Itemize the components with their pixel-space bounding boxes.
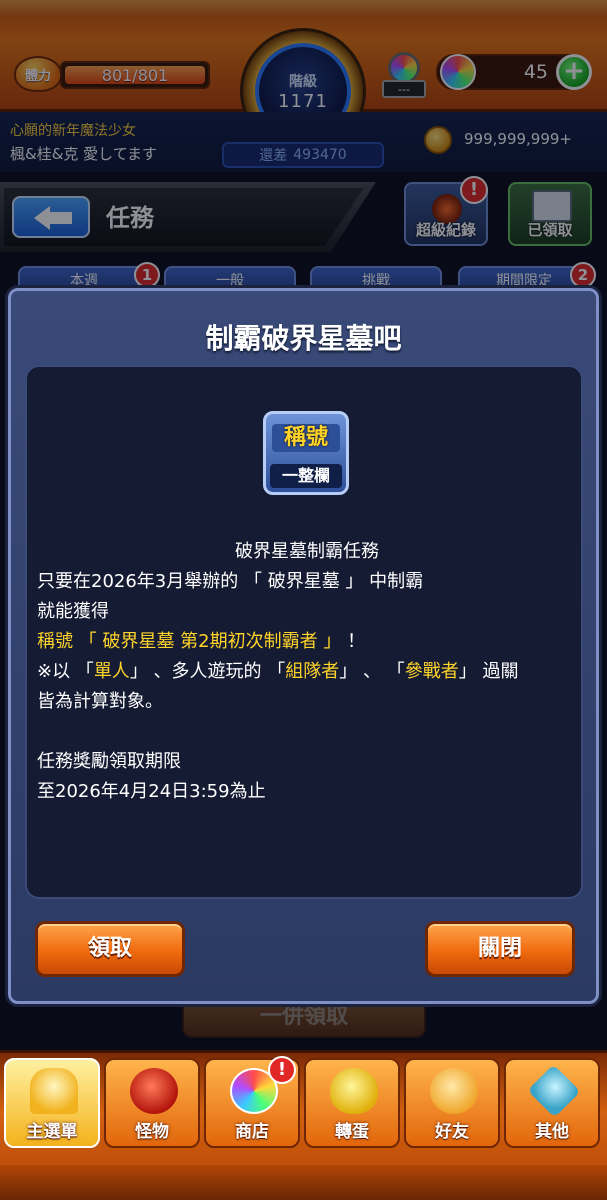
reward-icon-bottom: 一整欄 — [270, 464, 342, 488]
gacha-egg-icon — [330, 1068, 378, 1114]
desc-text: 」 、多人遊玩的 「 — [129, 661, 286, 682]
nav-shop[interactable]: 商店 ! — [204, 1056, 300, 1148]
desc-line: 任務獎勵領取期限 — [37, 751, 181, 772]
nav-gacha[interactable]: 轉蛋 — [304, 1058, 400, 1148]
desc-text: ！ — [341, 631, 366, 652]
shop-notify-badge: ! — [268, 1056, 296, 1084]
nav-label: 其他 — [535, 1122, 569, 1142]
home-icon — [30, 1068, 78, 1114]
nav-label: 轉蛋 — [335, 1122, 369, 1142]
nav-label: 主選單 — [26, 1122, 78, 1142]
mission-detail-dialog: 制霸破界星墓吧 稱號 一整欄 破界星墓制霸任務 只要在2026年3月舉辦的 「 … — [8, 288, 599, 1004]
desc-text: ※以 「 — [37, 661, 94, 682]
desc-heading: 破界星墓制霸任務 — [235, 541, 379, 562]
nav-other[interactable]: 其他 — [504, 1058, 600, 1148]
dialog-title: 制霸破界星墓吧 — [205, 322, 402, 355]
desc-text: 」 、 「 — [339, 661, 405, 682]
nav-label: 怪物 — [135, 1122, 169, 1142]
reward-icon-top: 稱號 — [272, 424, 340, 452]
desc-reward-line: 稱號 「 破界星墓 第2期初次制霸者 」 ！ — [37, 627, 577, 657]
nav-label: 商店 — [235, 1122, 269, 1142]
bottom-frame — [0, 1165, 607, 1200]
dialog-content: 稱號 一整欄 破界星墓制霸任務 只要在2026年3月舉辦的 「 破界星墓 」 中… — [25, 365, 583, 899]
highlight-team: 組隊者 — [285, 661, 340, 682]
nav-label: 好友 — [435, 1122, 469, 1142]
highlight-solo: 單人 — [93, 661, 130, 682]
desc-line: 至2026年4月24日3:59為止 — [37, 781, 266, 802]
monster-icon — [130, 1068, 178, 1114]
mission-description: 破界星墓制霸任務 只要在2026年3月舉辦的 「 破界星墓 」 中制霸 就能獲得… — [37, 537, 577, 807]
desc-spacer — [37, 717, 577, 747]
highlight-participant: 參戰者 — [404, 661, 459, 682]
nav-friends[interactable]: 好友 — [404, 1058, 500, 1148]
title-reward-icon: 稱號 一整欄 — [263, 411, 349, 495]
nav-home[interactable]: 主選單 — [4, 1058, 100, 1148]
friends-icon — [430, 1068, 478, 1114]
other-icon — [527, 1064, 581, 1118]
nav-monster[interactable]: 怪物 — [104, 1058, 200, 1148]
reward-name: 稱號 「 破界星墓 第2期初次制霸者 」 — [37, 631, 342, 652]
desc-line: 只要在2026年3月舉辦的 「 破界星墓 」 中制霸 — [37, 571, 424, 592]
close-button[interactable]: 關閉 — [425, 921, 575, 977]
desc-line: 皆為計算對象。 — [37, 691, 163, 712]
claim-button[interactable]: 領取 — [35, 921, 185, 977]
desc-text: 」 過關 — [458, 661, 519, 682]
desc-note-line: ※以 「單人」 、多人遊玩的 「組隊者」 、 「參戰者」 過關 — [37, 657, 577, 687]
desc-line: 就能獲得 — [37, 601, 109, 622]
